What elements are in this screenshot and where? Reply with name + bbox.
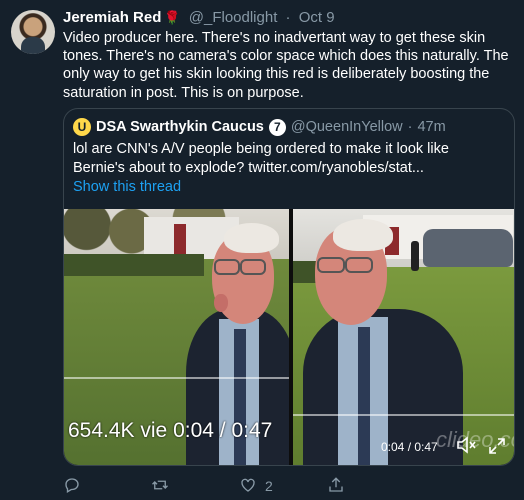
speaker-mute-icon[interactable]: [456, 436, 476, 459]
dot-separator: ·: [285, 9, 291, 26]
quoted-tweet[interactable]: U DSA Swarthykin Caucus 7 @QueenInYellow…: [63, 108, 515, 466]
video-progress-right[interactable]: [293, 414, 514, 416]
video-progress-left[interactable]: [64, 377, 289, 379]
author-avatar[interactable]: [11, 10, 55, 54]
author-name[interactable]: Jeremiah Red: [63, 9, 161, 26]
retweet-icon: [151, 476, 169, 497]
parked-car: [423, 229, 513, 267]
like-count: 2: [265, 478, 273, 494]
quote-header: U DSA Swarthykin Caucus 7 @QueenInYellow…: [73, 118, 446, 136]
author-handle[interactable]: @_Floodlight: [189, 9, 278, 26]
share-button[interactable]: [327, 476, 345, 496]
rose-icon: 🌹: [164, 10, 181, 25]
video-time: 0:04 / 0:47: [381, 440, 438, 454]
share-icon: [327, 476, 345, 497]
tweet-text: Video producer here. There's no inadvert…: [63, 30, 509, 101]
pedestrian: [411, 241, 419, 271]
quote-author-avatar[interactable]: U: [73, 118, 91, 136]
quote-author-name[interactable]: DSA Swarthykin Caucus: [96, 119, 264, 135]
quote-dot-separator: ·: [407, 119, 413, 135]
reply-button[interactable]: [63, 476, 89, 496]
quote-time[interactable]: 47m: [417, 119, 445, 135]
retweet-button[interactable]: [151, 476, 177, 496]
tweet-header: Jeremiah Red 🌹 @_Floodlight · Oct 9: [63, 9, 335, 26]
video-player[interactable]: 654.4K vie 0:04 / 0:47 clideo.com 0:04 /…: [64, 209, 514, 465]
expand-icon[interactable]: [488, 437, 506, 460]
quote-text: lol are CNN's A/V people being ordered t…: [73, 141, 449, 176]
quote-name-badge: 7: [268, 118, 286, 136]
view-count-time-overlay: 654.4K vie 0:04 / 0:47: [68, 419, 273, 442]
heart-icon: [239, 476, 257, 497]
reply-icon: [63, 476, 81, 497]
like-button[interactable]: 2: [239, 476, 273, 496]
show-thread-link[interactable]: Show this thread: [73, 179, 181, 195]
quote-author-handle[interactable]: @QueenInYellow: [291, 119, 403, 135]
tweet-date[interactable]: Oct 9: [299, 9, 335, 26]
